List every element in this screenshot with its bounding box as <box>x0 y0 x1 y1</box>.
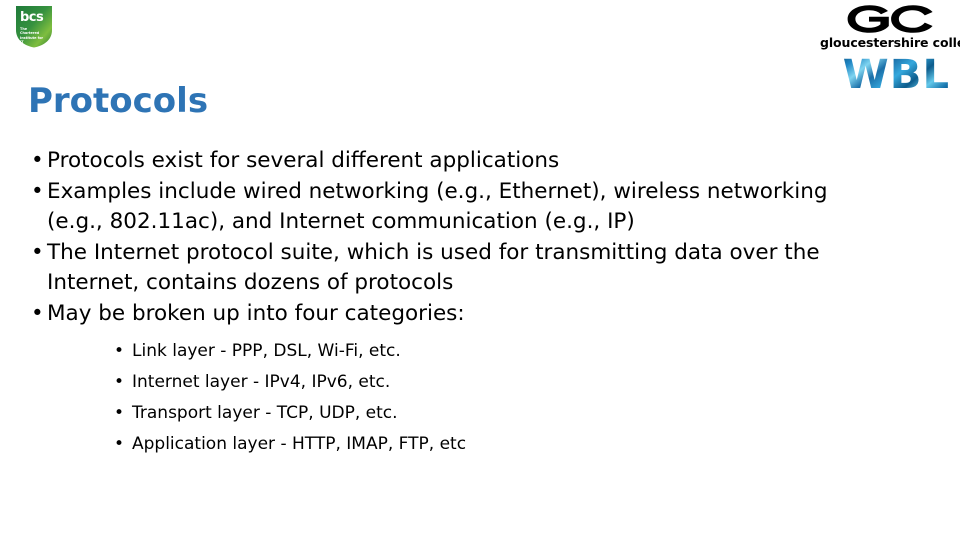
bcs-tagline: The Chartered Institute for IT <box>20 27 44 44</box>
list-item-text: The Internet protocol suite, which is us… <box>47 239 820 296</box>
wbl-wordmark: WBL <box>838 54 950 96</box>
list-item: • Examples include wired networking (e.g… <box>0 177 940 238</box>
bullet-list: • Protocols exist for several different … <box>0 146 940 460</box>
gc-wordmark: gloucestershire college <box>820 35 960 50</box>
slide-body: • Protocols exist for several different … <box>0 146 940 460</box>
sub-list-item: • Application layer - HTTP, IMAP, FTP, e… <box>47 429 940 460</box>
sub-list-item: • Transport layer - TCP, UDP, etc. <box>47 398 940 429</box>
bullet-icon: • <box>114 371 125 392</box>
sub-list-item: • Internet layer - IPv4, IPv6, etc. <box>47 367 940 398</box>
list-item: • The Internet protocol suite, which is … <box>0 238 940 299</box>
list-item-text: Protocols exist for several different ap… <box>47 148 560 173</box>
bcs-wordmark: bcs <box>20 10 44 25</box>
sub-bullet-list: • Link layer - PPP, DSL, Wi-Fi, etc. • I… <box>47 336 940 460</box>
bullet-icon: • <box>114 433 125 454</box>
list-item-text: May be broken up into four categories: <box>47 300 465 326</box>
bullet-icon: • <box>114 402 125 423</box>
page-title: Protocols <box>28 80 209 121</box>
sub-list-item-text: Application layer - HTTP, IMAP, FTP, etc <box>132 433 467 454</box>
gc-monogram-icon <box>847 5 933 33</box>
sub-list-item-text: Transport layer - TCP, UDP, etc. <box>132 402 398 423</box>
sub-list-item: • Link layer - PPP, DSL, Wi-Fi, etc. <box>47 336 940 367</box>
wbl-logo: WBL <box>842 54 950 96</box>
list-item-text: Examples include wired networking (e.g.,… <box>47 178 828 235</box>
bullet-icon: • <box>114 340 125 361</box>
bullet-icon: • <box>31 239 44 265</box>
list-item: • May be broken up into four categories:… <box>0 299 940 460</box>
bullet-icon: • <box>31 178 44 204</box>
list-item: • Protocols exist for several different … <box>0 146 940 177</box>
bullet-icon: • <box>31 148 44 173</box>
sub-list-item-text: Link layer - PPP, DSL, Wi-Fi, etc. <box>132 340 401 361</box>
gloucestershire-college-logo: gloucestershire college <box>820 4 960 52</box>
bullet-icon: • <box>31 300 44 326</box>
sub-list-item-text: Internet layer - IPv4, IPv6, etc. <box>132 371 391 392</box>
bcs-logo: bcs The Chartered Institute for IT <box>14 4 54 49</box>
